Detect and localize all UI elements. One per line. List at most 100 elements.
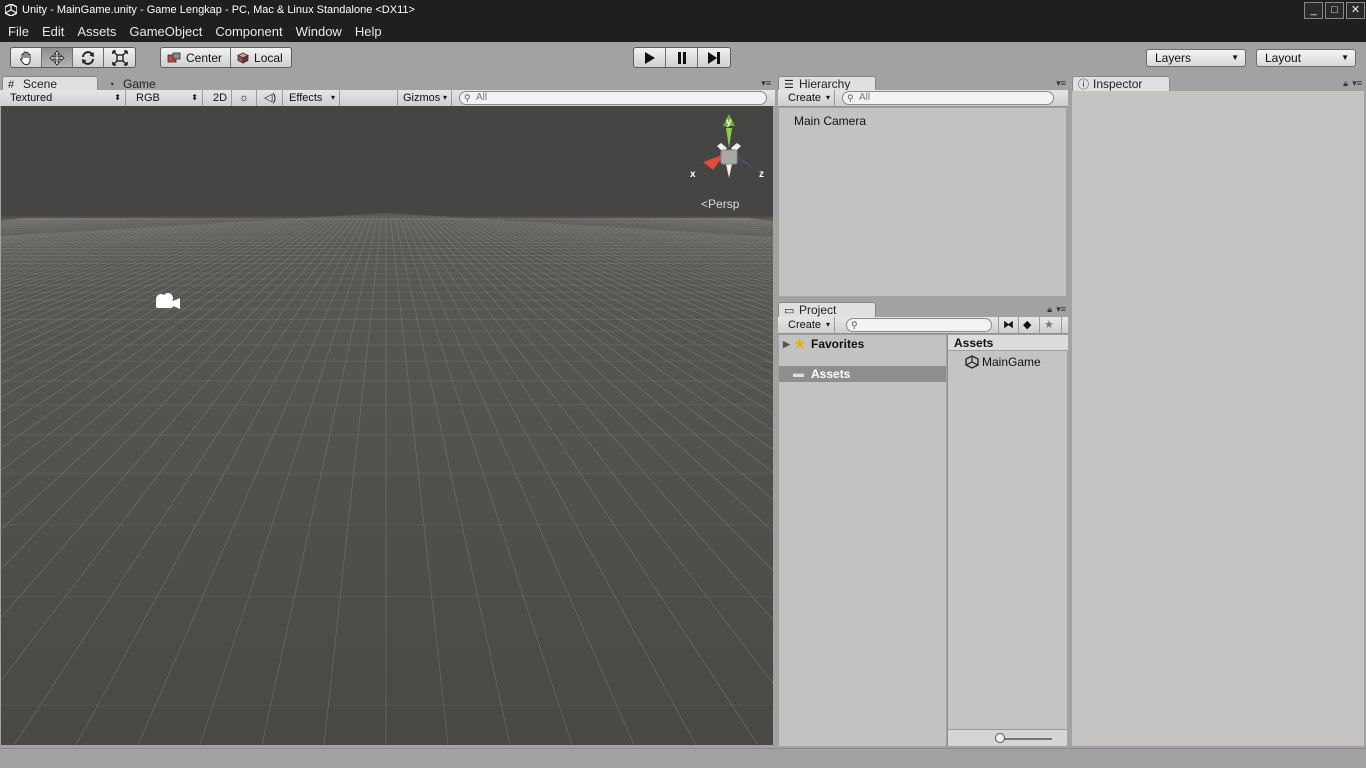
tag-icon: ◆ — [1023, 319, 1032, 331]
window-title-bar: Unity - MainGame.unity - Game Lengkap - … — [0, 0, 1366, 21]
projection-label: Persp — [708, 197, 740, 211]
effects-dropdown[interactable]: Effects ▾ — [284, 90, 340, 106]
close-button[interactable]: ✕ — [1346, 2, 1365, 19]
gizmos-dropdown[interactable]: Gizmos ▾ — [397, 90, 452, 106]
panel-menu-icon[interactable]: ▾≡ — [1352, 78, 1362, 89]
minimize-button[interactable]: _ — [1304, 2, 1323, 19]
project-toolbar: Create ▾ ⚲ ⧓ ◆ ★ — [778, 317, 1068, 334]
pivot-center-button[interactable]: Center — [161, 48, 232, 67]
maximize-button[interactable]: □ — [1325, 2, 1344, 19]
layout-label: Layout — [1265, 51, 1302, 65]
project-panel: ▭ Project 🔒︎ ▾≡ Create ▾ ⚲ ⧓ ◆ ★ ▶ ★ Fav… — [778, 300, 1068, 746]
scene-tabstrip: # Scene ◔ Game ▾≡ — [0, 74, 775, 91]
pivot-center-label: Center — [186, 50, 223, 65]
tree-item-favorites-label: Favorites — [811, 337, 865, 351]
effects-label: Effects — [289, 92, 323, 104]
tree-item-assets-label: Assets — [811, 367, 851, 381]
mode-2d-toggle[interactable]: 2D — [208, 90, 232, 106]
search-icon: ⚲ — [851, 320, 858, 330]
lock-icon[interactable]: 🔒︎ — [1343, 78, 1348, 89]
sun-icon: ☼ — [239, 92, 250, 104]
menu-file[interactable]: File — [3, 21, 34, 42]
tab-game[interactable]: ◔ Game — [102, 76, 182, 91]
expand-arrow-icon[interactable]: ▶ — [783, 336, 790, 352]
project-search-input[interactable]: ⚲ — [846, 318, 992, 332]
layers-label: Layers — [1155, 51, 1192, 65]
hierarchy-search-input[interactable]: ⚲ All — [842, 91, 1054, 105]
hierarchy-item-main-camera[interactable]: Main Camera — [794, 114, 866, 128]
project-assets-list: Assets MainGame — [947, 335, 1068, 729]
scene-viewport[interactable]: x y z <Persp — [1, 106, 773, 745]
pivot-center-icon — [167, 52, 181, 62]
hierarchy-create-label: Create — [788, 92, 822, 104]
orientation-gizmo[interactable]: x y z — [689, 114, 769, 186]
main-toolbar: Center Local Layers ▼ Layout ▼ — [0, 42, 1366, 74]
panel-menu-icon[interactable]: ▾≡ — [761, 78, 771, 89]
y-axis-label: y — [726, 117, 732, 128]
tab-scene[interactable]: # Scene — [2, 76, 98, 91]
pause-button[interactable] — [666, 48, 698, 67]
step-button[interactable] — [698, 48, 730, 67]
project-create-label: Create — [788, 319, 822, 331]
x-axis-label: x — [690, 169, 696, 180]
pivot-toggles: Center Local — [160, 47, 292, 68]
asset-item-maingame[interactable]: MainGame — [965, 354, 1041, 370]
window-title: Unity - MainGame.unity - Game Lengkap - … — [22, 4, 415, 16]
dropdown-arrow-icon: ⬍ — [191, 93, 198, 102]
scale-tool-button[interactable] — [104, 48, 135, 67]
render-mode-value: Textured — [10, 92, 53, 104]
layers-dropdown[interactable]: Layers ▼ — [1146, 49, 1246, 67]
hierarchy-create-dropdown[interactable]: Create ▾ — [783, 90, 835, 106]
info-icon: ⓘ — [1078, 79, 1089, 91]
playmode-controls — [633, 47, 731, 68]
menu-component[interactable]: Component — [210, 21, 287, 42]
projection-toggle[interactable]: <Persp — [701, 197, 739, 211]
status-bar — [0, 748, 1366, 768]
tab-inspector[interactable]: ⓘ Inspector — [1072, 76, 1170, 91]
layout-dropdown[interactable]: Layout ▼ — [1256, 49, 1356, 67]
render-mode-dropdown[interactable]: Textured ⬍ — [5, 90, 126, 106]
menu-window[interactable]: Window — [291, 21, 347, 42]
search-by-label-button[interactable]: ◆ — [1019, 317, 1040, 333]
move-tool-button[interactable] — [42, 48, 73, 67]
panel-menu-icon[interactable]: ▾≡ — [1056, 304, 1066, 315]
search-icon: ⚲ — [847, 93, 854, 103]
asset-item-maingame-label: MainGame — [982, 355, 1041, 369]
menu-assets[interactable]: Assets — [72, 21, 121, 42]
pivot-local-label: Local — [254, 50, 283, 65]
transform-tools — [10, 47, 136, 68]
tab-hierarchy[interactable]: ☰ Hierarchy — [778, 76, 876, 91]
lock-icon[interactable]: 🔒︎ — [1047, 304, 1052, 315]
tab-project[interactable]: ▭ Project — [778, 302, 876, 317]
tree-item-assets[interactable]: ▬ Assets — [779, 366, 946, 382]
rotate-tool-button[interactable] — [73, 48, 104, 67]
color-mode-dropdown[interactable]: RGB ⬍ — [131, 90, 203, 106]
hand-tool-button[interactable] — [11, 48, 42, 67]
pause-icon — [677, 51, 686, 64]
scene-audio-toggle[interactable]: ◁) — [258, 90, 283, 106]
tree-item-favorites[interactable]: ▶ ★ Favorites — [779, 336, 946, 352]
menu-gameobject[interactable]: GameObject — [124, 21, 207, 42]
tab-game-label: Game — [123, 77, 156, 91]
project-create-dropdown[interactable]: Create ▾ — [783, 317, 835, 333]
menu-help[interactable]: Help — [350, 21, 387, 42]
dropdown-arrow-icon: ▾ — [825, 93, 830, 102]
panel-menu-icon[interactable]: ▾≡ — [1056, 78, 1066, 89]
rotate-icon — [82, 50, 94, 65]
assets-breadcrumb: Assets — [948, 335, 1068, 351]
zoom-slider-thumb[interactable] — [995, 733, 1005, 743]
hierarchy-search-placeholder: All — [859, 92, 871, 103]
camera-gizmo-icon[interactable] — [153, 292, 183, 312]
pivot-local-button[interactable]: Local — [231, 48, 291, 67]
search-icon: ⚲ — [464, 93, 471, 103]
inspector-panel: ⓘ Inspector 🔒︎ ▾≡ — [1071, 74, 1366, 746]
save-search-button[interactable]: ★ — [1040, 317, 1062, 333]
play-button[interactable] — [634, 48, 666, 67]
hierarchy-list: Main Camera — [779, 108, 1066, 296]
scene-lighting-toggle[interactable]: ☼ — [233, 90, 257, 106]
menu-edit[interactable]: Edit — [37, 21, 69, 42]
scene-search-input[interactable]: ⚲ All — [459, 91, 767, 105]
gizmos-label: Gizmos — [403, 92, 441, 104]
y-axis-cone — [726, 128, 732, 148]
search-by-type-button[interactable]: ⧓ — [998, 317, 1019, 333]
